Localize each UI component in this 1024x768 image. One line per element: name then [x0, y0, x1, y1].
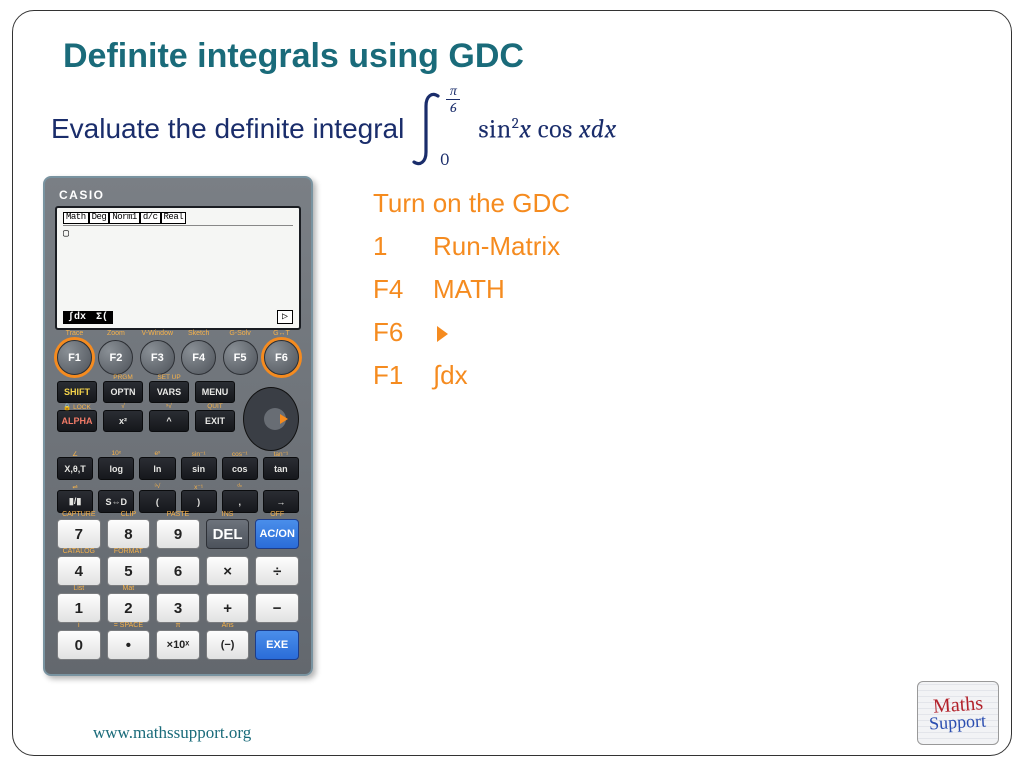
num-btn-7[interactable]: CAPTURE7 — [57, 519, 101, 549]
num-btn-del[interactable]: INSDEL — [206, 519, 250, 549]
num-btn-5[interactable]: FORMAT5 — [107, 556, 151, 586]
sci-row-2: ⇌▮/▮S⇔D³√( x⁻¹)ᵈ▫,→ — [57, 490, 299, 513]
num-btn-•[interactable]: = SPACE• — [107, 630, 151, 660]
sci-btn[interactable]: 10ˣlog — [98, 457, 134, 480]
btn-shift[interactable]: SHIFT — [57, 381, 97, 403]
sci-btn[interactable]: ⇌▮/▮ — [57, 490, 93, 513]
calculator: CASIO MathDegNorm1d/cReal ▢ ∫dxΣ( ▷ Trac… — [43, 176, 313, 676]
num-btn-6[interactable]: 6 — [156, 556, 200, 586]
problem-text: Evaluate the definite integral — [51, 113, 404, 145]
sci-btn[interactable]: tan⁻¹tan — [263, 457, 299, 480]
num-btn-3[interactable]: 3 — [156, 593, 200, 623]
fkey-f5[interactable]: G-SolvF5 — [223, 340, 258, 375]
mid-button-grid: SHIFT PRGMOPTN SET UPVARS MENU 🔒 LOCKALPHA √x… — [57, 381, 235, 451]
instruction-step: 1Run-Matrix — [373, 225, 570, 268]
num-btn-+[interactable]: + — [206, 593, 250, 623]
num-btn-ac/on[interactable]: OFFAC/ON — [255, 519, 299, 549]
btn-vars[interactable]: SET UPVARS — [149, 381, 189, 403]
sci-btn[interactable]: cos⁻¹cos — [222, 457, 258, 480]
sci-btn[interactable]: → — [263, 490, 299, 513]
num-btn-1[interactable]: List1 — [57, 593, 101, 623]
calculator-screen: MathDegNorm1d/cReal ▢ ∫dxΣ( ▷ — [55, 206, 301, 330]
num-btn-exe[interactable]: EXE — [255, 630, 299, 660]
fkey-f4[interactable]: SketchF4 — [181, 340, 216, 375]
fkey-f1[interactable]: TraceF1 — [57, 340, 92, 375]
integral-expression: π 6 0 sin2x cos xdx — [412, 90, 616, 168]
instruction-step: F1∫dx — [373, 354, 570, 397]
sci-btn[interactable]: ᵈ▫, — [222, 490, 258, 513]
sci-btn[interactable]: ³√( — [139, 490, 175, 513]
sci-btn[interactable]: S⇔D — [98, 490, 134, 513]
btn-menu[interactable]: MENU — [195, 381, 235, 403]
btn-alpha[interactable]: 🔒 LOCKALPHA — [57, 410, 97, 432]
num-btn-8[interactable]: CLIP8 — [107, 519, 151, 549]
logo: Maths Support — [917, 681, 999, 745]
integrand: sin2x cos xdx — [478, 114, 616, 145]
btn-optn[interactable]: PRGMOPTN — [103, 381, 143, 403]
num-btn-÷[interactable]: ÷ — [255, 556, 299, 586]
num-btn-×10ˣ[interactable]: π×10ˣ — [156, 630, 200, 660]
logo-line2: Support — [929, 712, 987, 731]
upper-limit-den: 6 — [450, 101, 456, 115]
problem-statement: Evaluate the definite integral π 6 0 sin… — [51, 90, 981, 168]
upper-limit-num: π — [450, 84, 457, 98]
num-btn-0[interactable]: i0 — [57, 630, 101, 660]
instruction-step: F6 — [373, 311, 570, 354]
sci-row-1: ∠X,θ,T10ˣlogeˣln sin⁻¹sincos⁻¹costan⁻¹tan — [57, 457, 299, 480]
page-title: Definite integrals using GDC — [63, 37, 981, 76]
dpad[interactable] — [243, 387, 299, 451]
num-btn-(−)[interactable]: Ans(−) — [206, 630, 250, 660]
lower-limit: 0 — [440, 151, 449, 170]
sci-btn[interactable]: ∠X,θ,T — [57, 457, 93, 480]
instructions: Turn on the GDC 1Run-MatrixF4MATHF6F1∫dx — [373, 182, 570, 396]
btn-exit[interactable]: QUITEXIT — [195, 410, 235, 432]
num-btn-2[interactable]: Mat2 — [107, 593, 151, 623]
function-key-row: TraceF1ZoomF2V-WindowF3SketchF4G-SolvF5G… — [57, 340, 299, 375]
num-btn-×[interactable]: × — [206, 556, 250, 586]
fkey-f2[interactable]: ZoomF2 — [98, 340, 133, 375]
num-btn-−[interactable]: − — [255, 593, 299, 623]
instruction-step: F4MATH — [373, 268, 570, 311]
sci-btn[interactable]: sin⁻¹sin — [181, 457, 217, 480]
btn-x²[interactable]: √x² — [103, 410, 143, 432]
num-btn-9[interactable]: PASTE9 — [156, 519, 200, 549]
btn-^[interactable]: ˣ√^ — [149, 410, 189, 432]
fkey-f3[interactable]: V-WindowF3 — [140, 340, 175, 375]
sci-btn[interactable]: x⁻¹) — [181, 490, 217, 513]
num-btn-4[interactable]: CATALOG4 — [57, 556, 101, 586]
numeric-keypad: CAPTURE7CLIP8PASTE9INSDELOFFAC/ON CATALOG… — [57, 519, 299, 660]
footer-link[interactable]: www.mathssupport.org — [93, 723, 251, 743]
calculator-brand: CASIO — [59, 188, 301, 202]
more-indicator-icon: ▷ — [277, 310, 293, 324]
soft-menu-labels: ∫dxΣ( — [63, 311, 113, 324]
instructions-heading: Turn on the GDC — [373, 182, 570, 225]
sci-btn[interactable]: eˣln — [139, 457, 175, 480]
dpad-right-icon — [280, 414, 293, 424]
screen-status-bar: MathDegNorm1d/cReal — [63, 212, 293, 226]
fkey-f6[interactable]: G↔TF6 — [264, 340, 299, 375]
